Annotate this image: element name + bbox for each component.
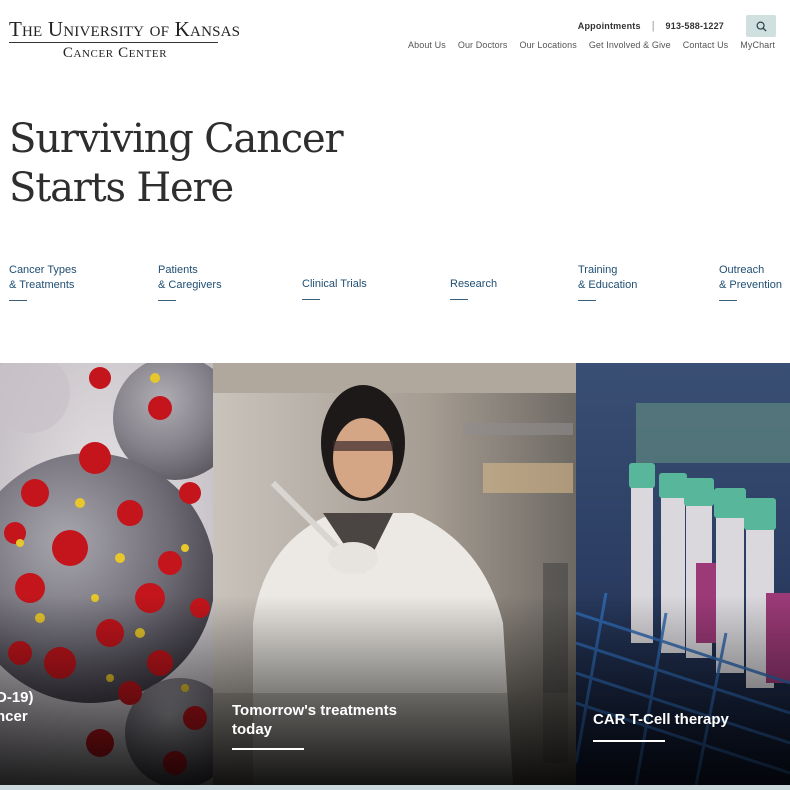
search-button[interactable]: [746, 15, 776, 37]
nav-contact-us[interactable]: Contact Us: [683, 40, 729, 50]
nav-about-us[interactable]: About Us: [408, 40, 446, 50]
phone-link[interactable]: 913-588-1227: [666, 21, 724, 31]
tile-tomorrows-treatments[interactable]: Tomorrow's treatments today: [213, 363, 576, 785]
category-label-line2: & Prevention: [719, 279, 782, 291]
tile-label-line2: today: [232, 721, 273, 738]
category-label-line1: Patients: [158, 264, 198, 276]
category-underline: [9, 300, 27, 301]
tile-label-line1: CAR T-Cell therapy: [593, 711, 729, 728]
category-label-line1: Cancer Types: [9, 264, 77, 276]
category-underline: [719, 300, 737, 301]
tile-covid[interactable]: D-19) ncer: [0, 363, 213, 785]
category-label-line1: Research: [450, 278, 498, 290]
main-nav: About Us Our Doctors Our Locations Get I…: [396, 40, 775, 50]
utility-separator: |: [651, 20, 655, 32]
category-research[interactable]: Research: [450, 277, 497, 300]
tile-car-t-cell[interactable]: CAR T-Cell therapy: [576, 363, 790, 785]
tile-underline: [232, 748, 304, 750]
category-outreach[interactable]: Outreach & Prevention: [719, 263, 782, 301]
category-links: Cancer Types & Treatments Patients & Car…: [9, 263, 790, 303]
nav-mychart[interactable]: MyChart: [740, 40, 775, 50]
site-logo[interactable]: The University of Kansas Cancer Center: [9, 17, 241, 61]
nav-our-doctors[interactable]: Our Doctors: [458, 40, 508, 50]
nav-our-locations[interactable]: Our Locations: [519, 40, 576, 50]
category-underline: [302, 299, 320, 300]
utility-bar: Appointments | 913-588-1227: [578, 15, 776, 37]
tile-label-line2: ncer: [0, 708, 28, 725]
category-label-line1: Training: [578, 264, 618, 276]
category-patients[interactable]: Patients & Caregivers: [158, 263, 222, 301]
logo-university-text: The University of Kansas: [9, 17, 241, 41]
category-cancer-types[interactable]: Cancer Types & Treatments: [9, 263, 77, 301]
tile-underline: [593, 740, 665, 742]
nav-get-involved[interactable]: Get Involved & Give: [589, 40, 671, 50]
feature-carousel: D-19) ncer Tomorrow's treatments today C…: [0, 363, 790, 785]
footer-strip: [0, 785, 790, 790]
logo-cancer-center-text: Cancer Center: [62, 45, 168, 61]
category-underline: [450, 299, 468, 300]
tile-label-line1: Tomorrow's treatments: [232, 702, 397, 719]
category-label-line2: & Education: [578, 279, 638, 291]
category-underline: [158, 300, 176, 301]
appointments-link[interactable]: Appointments: [578, 21, 641, 31]
hero-title: Surviving Cancer Starts Here: [9, 116, 344, 211]
search-icon: [756, 21, 767, 32]
logo-divider: [9, 42, 218, 43]
category-label-line1: Outreach: [719, 264, 765, 276]
category-training[interactable]: Training & Education: [578, 263, 637, 301]
category-label-line2: & Caregivers: [158, 279, 222, 291]
category-label-line1: Clinical Trials: [302, 278, 367, 290]
tile-label-line1: D-19): [0, 689, 34, 706]
category-underline: [578, 300, 596, 301]
category-clinical-trials[interactable]: Clinical Trials: [302, 277, 367, 300]
category-label-line2: & Treatments: [9, 279, 75, 291]
